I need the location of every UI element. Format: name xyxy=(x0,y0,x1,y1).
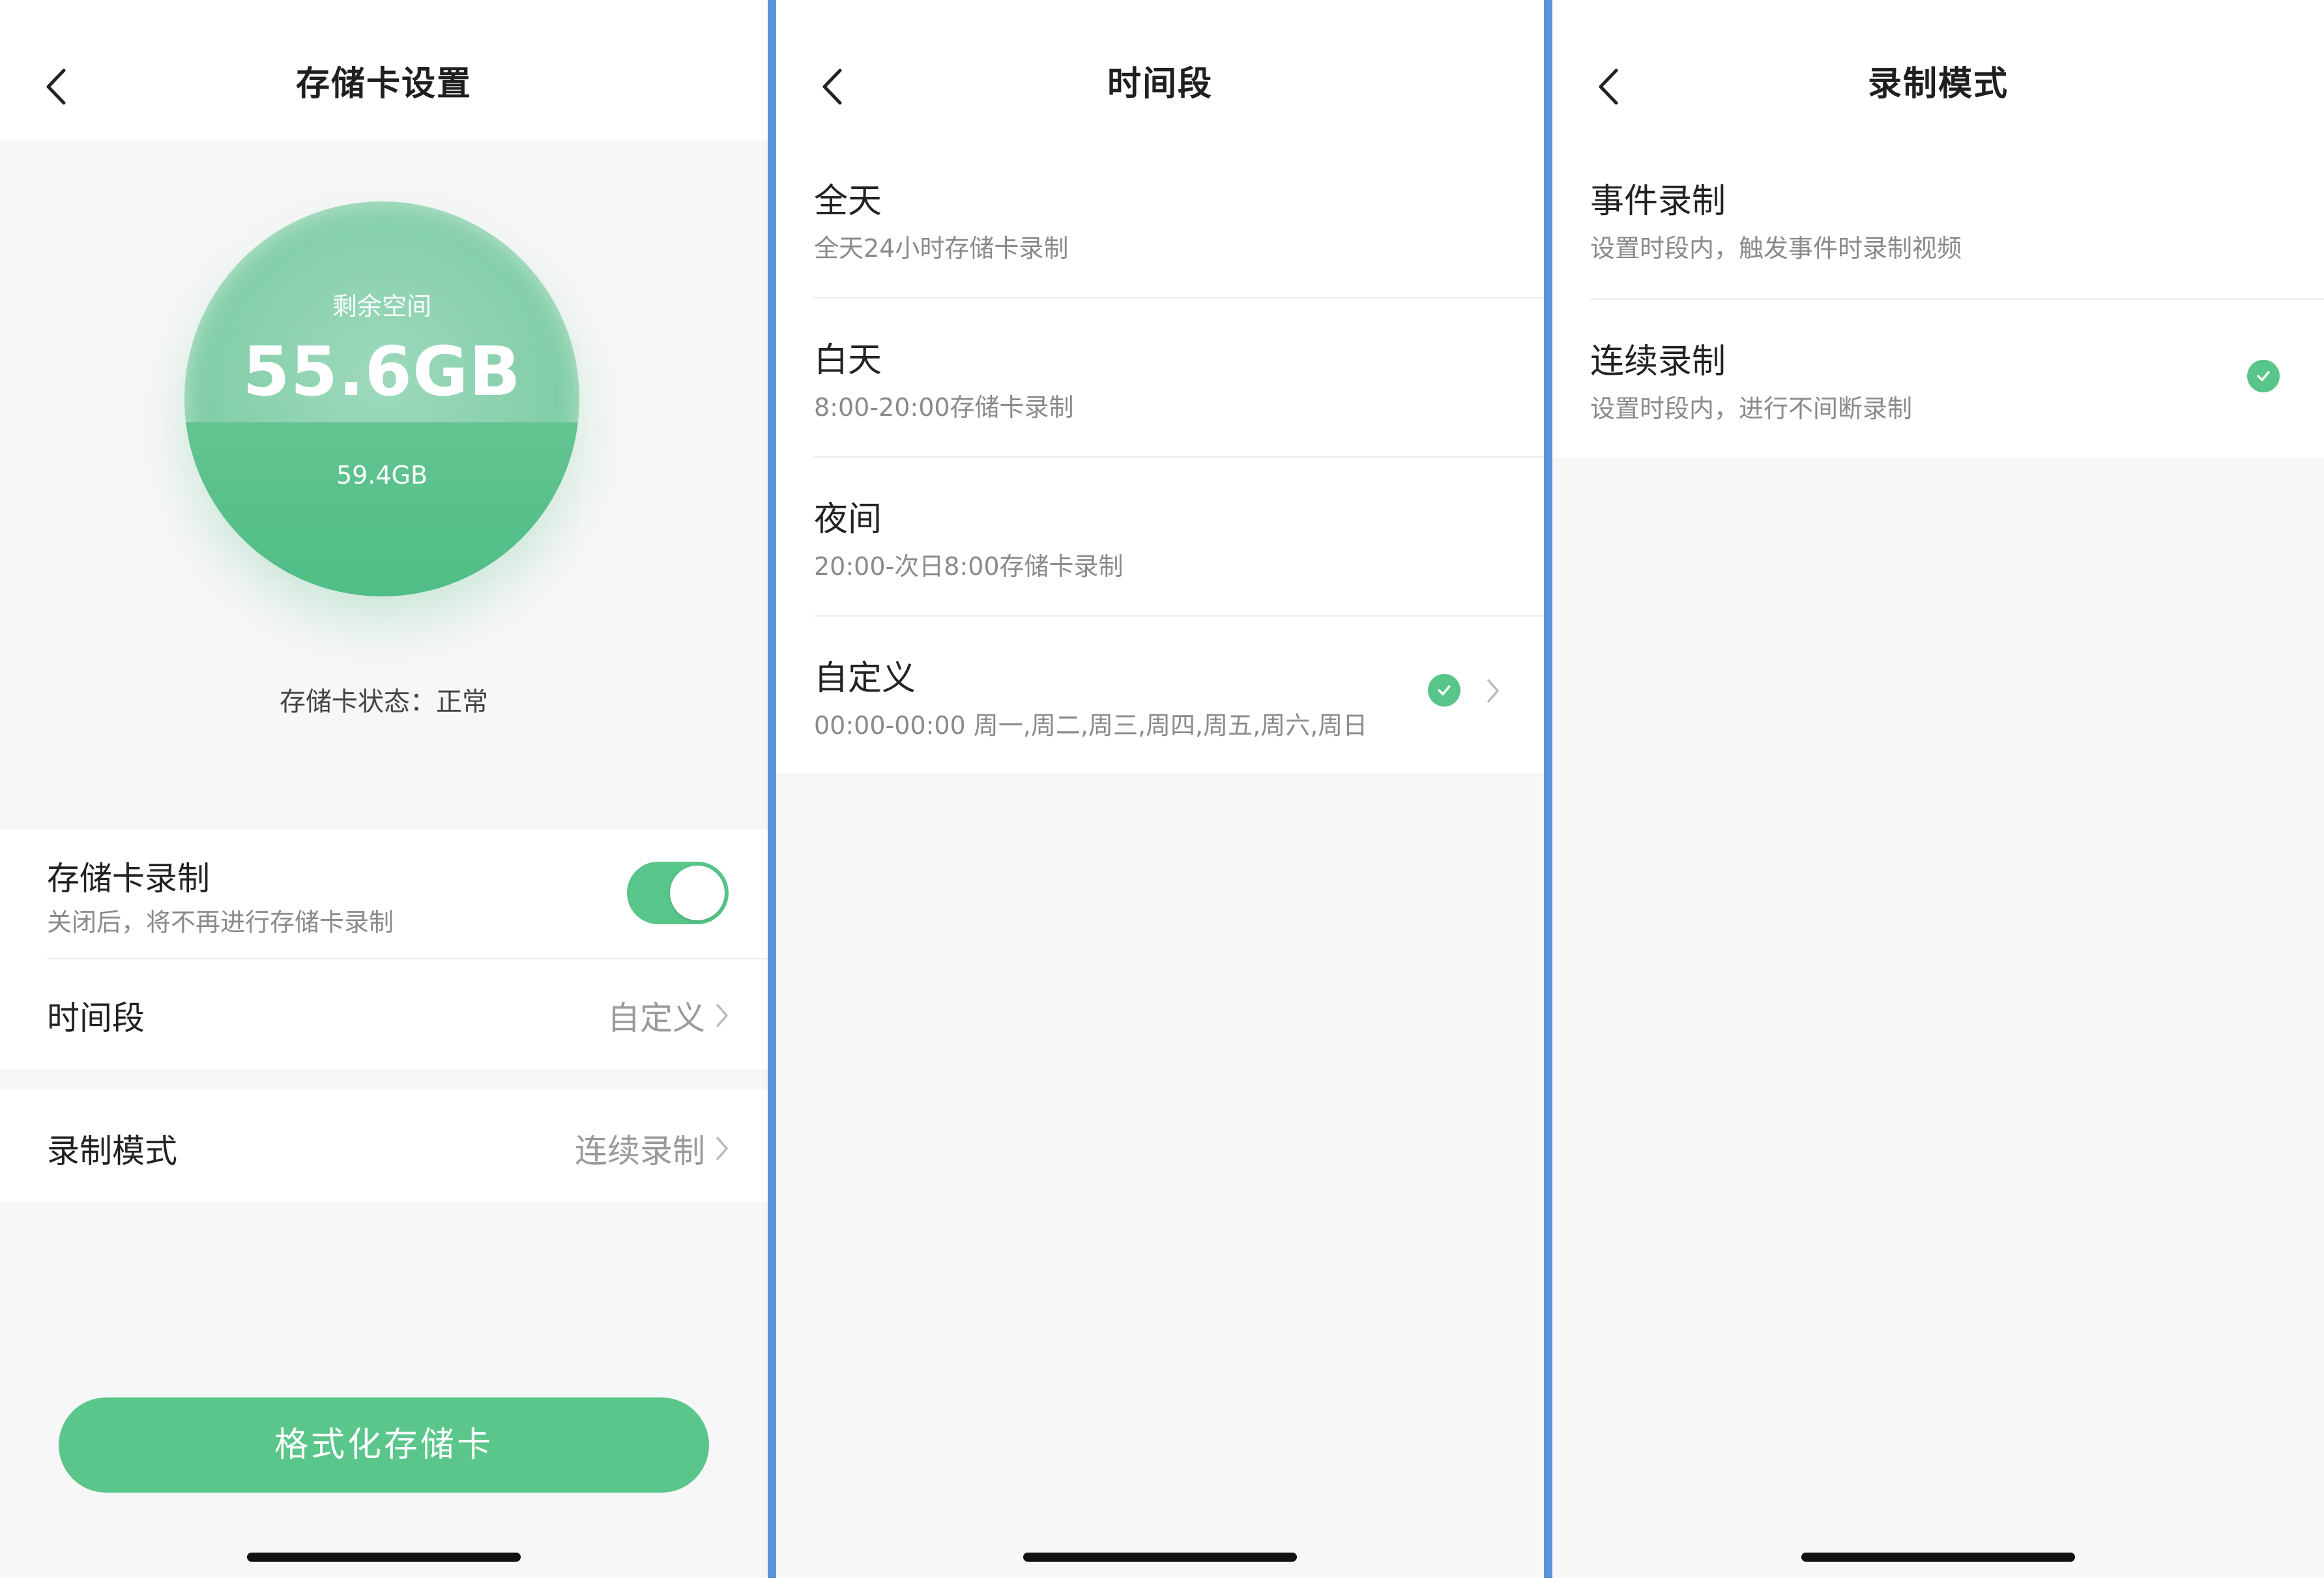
option-custom[interactable]: 自定义 00:00-00:00 周一,周二,周三,周四,周五,周六,周日 xyxy=(776,617,1544,773)
used-space-fill xyxy=(184,422,579,596)
screen-divider xyxy=(1544,0,1552,1578)
storage-gauge: 剩余空间 55.6GB 59.4GB xyxy=(184,201,579,596)
time-period-label: 时间段 xyxy=(47,999,145,1037)
option-daytime[interactable]: 白天 8:00-20:00存储卡录制 xyxy=(776,299,1544,456)
settings-group-mode: 录制模式 连续录制 xyxy=(0,1090,768,1202)
option-subtitle: 8:00-20:00存储卡录制 xyxy=(814,393,1074,422)
nav-bar: 录制模式 xyxy=(1552,0,2324,139)
screen-divider xyxy=(768,0,776,1578)
format-card-button[interactable]: 格式化存储卡 xyxy=(59,1397,709,1493)
nav-bar: 时间段 xyxy=(776,0,1544,139)
chevron-right-icon xyxy=(714,1001,730,1030)
settings-group: 存储卡录制 关闭后，将不再进行存储卡录制 时间段 自定义 xyxy=(0,829,768,1069)
storage-circle: 剩余空间 55.6GB 59.4GB xyxy=(184,201,579,596)
app-root: 存储卡设置 剩余空间 55.6GB 59.4GB 存储卡状态：正常 存储卡录制 … xyxy=(0,0,2324,1578)
chevron-right-icon xyxy=(1485,677,1501,705)
option-title: 连续录制 xyxy=(1590,342,1726,381)
card-status: 存储卡状态：正常 xyxy=(280,687,488,717)
record-mode-options: 事件录制 设置时段内，触发事件时录制视频 连续录制 设置时段内，进行不间断录制 xyxy=(1552,139,2324,458)
option-title: 全天 xyxy=(814,182,882,221)
option-continuous-recording[interactable]: 连续录制 设置时段内，进行不间断录制 xyxy=(1552,300,2324,458)
page-title: 录制模式 xyxy=(1867,65,2009,104)
storage-card-settings-screen: 存储卡设置 剩余空间 55.6GB 59.4GB 存储卡状态：正常 存储卡录制 … xyxy=(0,0,768,1578)
recording-subtitle: 关闭后，将不再进行存储卡录制 xyxy=(47,908,394,937)
time-period-screen: 时间段 全天 全天24小时存储卡录制 白天 8:00-20:00存储卡录制 夜间… xyxy=(776,0,1544,1578)
record-mode-screen: 录制模式 事件录制 设置时段内，触发事件时录制视频 连续录制 设置时段内，进行不… xyxy=(1552,0,2324,1578)
option-subtitle: 设置时段内，进行不间断录制 xyxy=(1590,394,1913,423)
total-capacity: 59.4GB xyxy=(336,461,428,489)
storage-overview: 剩余空间 55.6GB 59.4GB 存储卡状态：正常 xyxy=(0,139,768,829)
recording-title: 存储卡录制 xyxy=(47,860,210,898)
time-period-row[interactable]: 时间段 自定义 xyxy=(0,959,768,1069)
option-subtitle: 全天24小时存储卡录制 xyxy=(814,234,1069,263)
option-subtitle: 设置时段内，触发事件时录制视频 xyxy=(1590,234,1962,263)
home-indicator xyxy=(247,1553,521,1562)
page-title: 存储卡设置 xyxy=(295,65,472,104)
option-title: 夜间 xyxy=(814,500,882,539)
time-period-options: 全天 全天24小时存储卡录制 白天 8:00-20:00存储卡录制 夜间 20:… xyxy=(776,139,1544,773)
record-mode-label: 录制模式 xyxy=(47,1132,177,1170)
home-indicator xyxy=(1023,1553,1297,1562)
home-indicator xyxy=(1801,1553,2075,1562)
page-title: 时间段 xyxy=(1107,65,1213,104)
nav-bar: 存储卡设置 xyxy=(0,0,768,139)
record-mode-value: 连续录制 xyxy=(575,1132,705,1170)
time-period-value: 自定义 xyxy=(607,999,705,1037)
toggle-knob xyxy=(670,866,725,920)
option-subtitle: 00:00-00:00 周一,周二,周三,周四,周五,周六,周日 xyxy=(814,711,1368,740)
option-night[interactable]: 夜间 20:00-次日8:00存储卡录制 xyxy=(776,458,1544,615)
chevron-right-icon xyxy=(714,1134,730,1163)
option-title: 自定义 xyxy=(814,659,916,698)
record-mode-row[interactable]: 录制模式 连续录制 xyxy=(0,1090,768,1202)
check-circle-icon xyxy=(1428,674,1460,707)
check-circle-icon xyxy=(2247,360,2280,392)
recording-toggle[interactable] xyxy=(627,862,729,924)
option-subtitle: 20:00-次日8:00存储卡录制 xyxy=(814,552,1124,581)
option-event-recording[interactable]: 事件录制 设置时段内，触发事件时录制视频 xyxy=(1552,139,2324,299)
remaining-label: 剩余空间 xyxy=(332,292,431,321)
recording-row: 存储卡录制 关闭后，将不再进行存储卡录制 xyxy=(0,829,768,958)
option-title: 白天 xyxy=(814,341,882,380)
option-all-day[interactable]: 全天 全天24小时存储卡录制 xyxy=(776,139,1544,297)
option-title: 事件录制 xyxy=(1590,182,1726,221)
remaining-value: 55.6GB xyxy=(242,332,521,411)
